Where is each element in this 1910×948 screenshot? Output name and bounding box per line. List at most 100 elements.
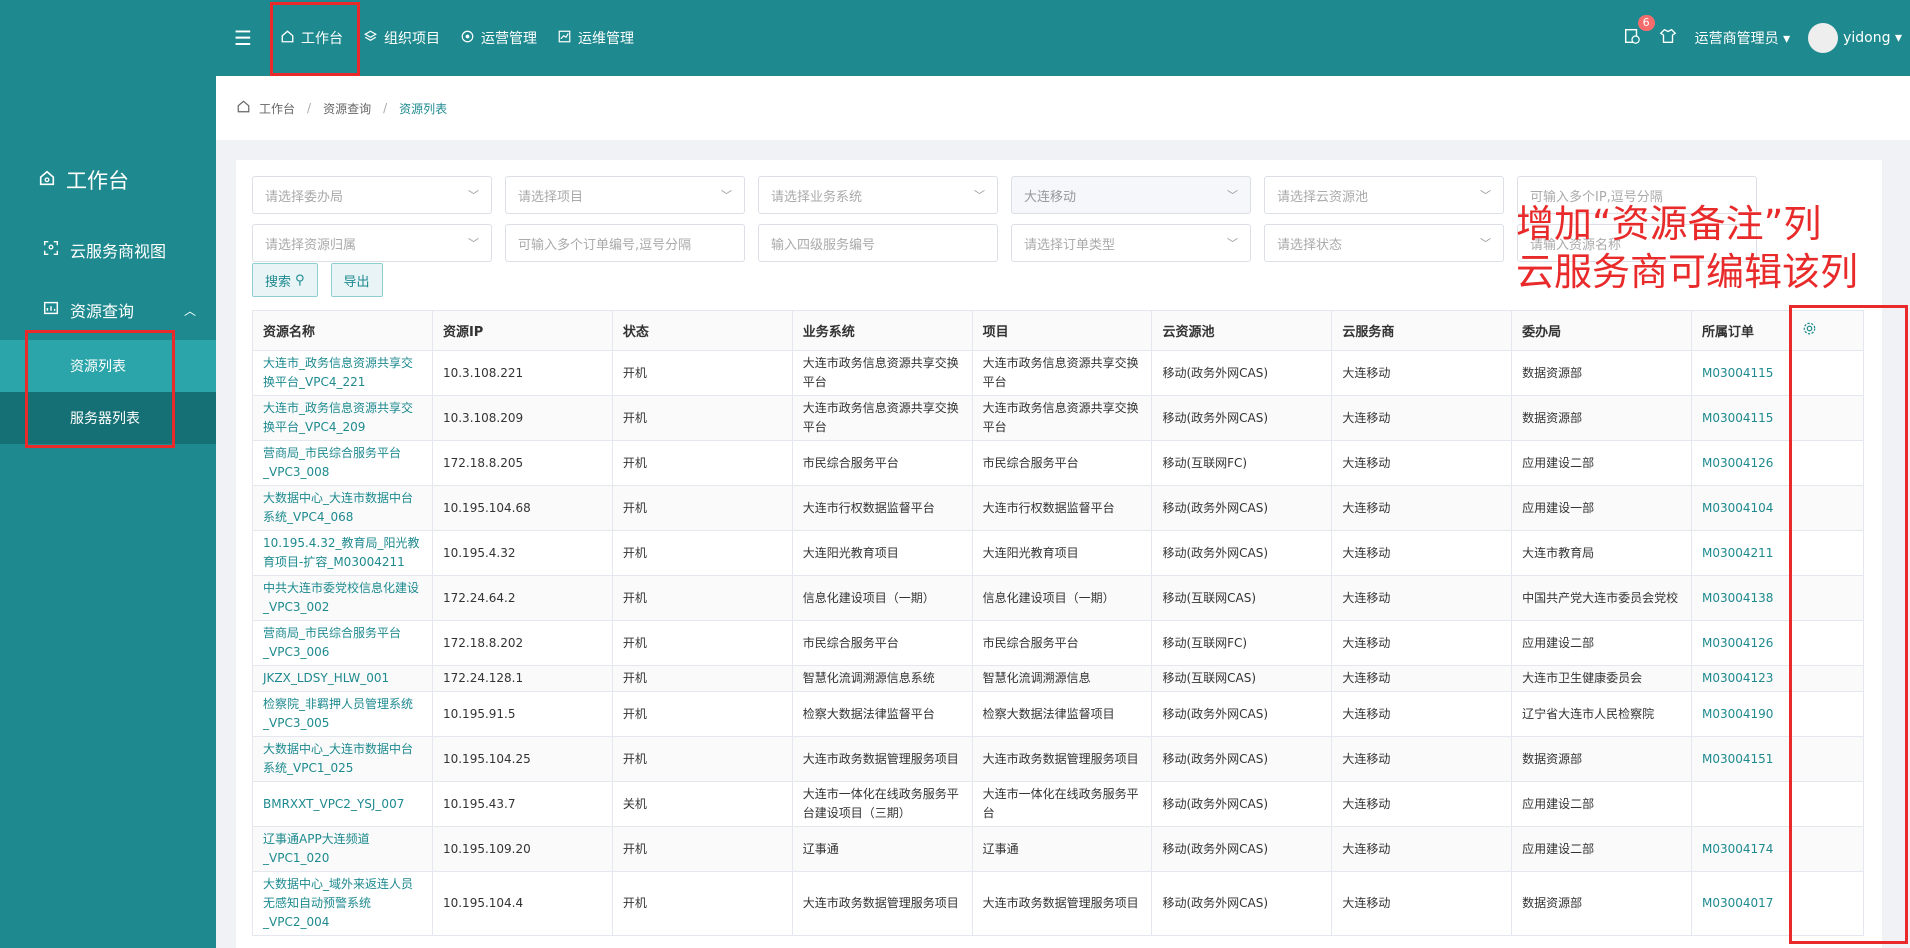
resource-remark-cell[interactable] [1790, 620, 1865, 666]
resource-remark-cell[interactable] [1790, 691, 1865, 737]
resource-name-link[interactable]: JKZX_LDSY_HLW_001 [252, 665, 433, 692]
department: 应用建设二部 [1511, 826, 1692, 872]
filter-cloud-pool-select[interactable]: 请选择云资源池 ﹀ [1264, 176, 1504, 214]
nav-org-projects[interactable]: 组织项目 [353, 0, 450, 76]
resource-name-link[interactable]: BMRXXT_VPC2_YSJ_007 [252, 781, 433, 827]
resource-name-link[interactable]: 10.195.4.32_教育局_阳光教育项目-扩容_M03004211 [252, 530, 433, 576]
order-link[interactable]: M03004115 [1691, 395, 1792, 441]
order-link[interactable]: M03004115 [1691, 350, 1792, 396]
order-link[interactable]: M03004138 [1691, 575, 1792, 621]
resource-remark-cell[interactable] [1790, 781, 1865, 827]
table-row: 10.195.4.32_教育局_阳光教育项目-扩容_M03004211 10.19… [252, 530, 1865, 576]
ops-icon [460, 29, 475, 48]
resource-name-link[interactable]: 大连市_政务信息资源共享交换平台_VPC4_221 [252, 350, 433, 396]
resource-name-link[interactable]: 营商局_市民综合服务平台_VPC3_008 [252, 440, 433, 486]
resource-name-link[interactable]: 大数据中心_大连市数据中台系统_VPC4_068 [252, 485, 433, 531]
home-icon[interactable] [236, 99, 251, 117]
role-dropdown[interactable]: 运营商管理员 ▾ [1695, 28, 1790, 48]
column-header[interactable]: 状态 [611, 310, 793, 351]
filter-status-select[interactable]: 请选择状态 ﹀ [1264, 224, 1504, 262]
order-link[interactable]: M03004123 [1691, 665, 1792, 692]
order-link[interactable]: M03004211 [1691, 530, 1792, 576]
sidebar: 工作台 云服务商视图 资源查询 ︿ 资源列表 服务器列表 [0, 0, 216, 948]
table-row: 营商局_市民综合服务平台_VPC3_006 172.18.8.202 开机 市民综合服… [252, 620, 1865, 666]
filter-placeholder: 输入四级服务编号 [771, 237, 876, 253]
filter-dept-select[interactable]: 请选择委办局 ﹀ [252, 176, 492, 214]
resource-remark-cell[interactable] [1790, 395, 1865, 441]
project: 大连市政务数据管理服务项目 [971, 871, 1153, 936]
business-system: 大连市政务数据管理服务项目 [791, 871, 973, 936]
sidebar-item-vendor-view[interactable]: 云服务商视图 [0, 220, 216, 280]
sidebar-item-label: 资源查询 [70, 302, 135, 321]
filter-project-select[interactable]: 请选择项目 ﹀ [505, 176, 745, 214]
resource-remark-cell[interactable] [1790, 530, 1865, 576]
topbar-right: 6 运营商管理员 ▾ yidong ▾ [1623, 15, 1910, 53]
column-header[interactable]: 云资源池 [1151, 310, 1333, 351]
cloud-vendor: 大连移动 [1331, 736, 1513, 782]
top-navbar: ☰ 工作台 组织项目 运营管理 运维管理 6 运营商管理员 ▾ yidong ▾ [216, 0, 1910, 76]
filter-ownership-select[interactable]: 请选择资源归属 ﹀ [252, 224, 492, 262]
resource-remark-cell[interactable] [1790, 575, 1865, 621]
search-button[interactable]: 搜索 ⚲ [252, 263, 318, 297]
hamburger-menu-icon[interactable]: ☰ [216, 0, 270, 76]
nav-operations[interactable]: 运营管理 [450, 0, 547, 76]
column-header[interactable]: 业务系统 [791, 310, 973, 351]
resource-remark-cell[interactable] [1790, 736, 1865, 782]
filter-order-type-select[interactable]: 请选择订单类型 ﹀ [1011, 224, 1251, 262]
shirt-icon[interactable] [1659, 27, 1677, 49]
nav-maintenance[interactable]: 运维管理 [547, 0, 644, 76]
column-header[interactable]: 资源IP [431, 310, 613, 351]
column-header[interactable]: 资源名称 [252, 310, 433, 351]
chevron-up-icon: ︿ [183, 303, 196, 318]
order-link[interactable]: M03004190 [1691, 691, 1792, 737]
order-link[interactable]: M03004017 [1691, 871, 1792, 936]
order-link[interactable]: M03004174 [1691, 826, 1792, 872]
department: 数据资源部 [1511, 871, 1692, 936]
sidebar-item-resource-query[interactable]: 资源查询 ︿ [0, 280, 216, 340]
department: 应用建设一部 [1511, 485, 1692, 531]
nav-workbench[interactable]: 工作台 [270, 0, 353, 76]
resource-name-link[interactable]: 辽事通APP大连频道_VPC1_020 [252, 826, 433, 872]
filter-business-system-select[interactable]: 请选择业务系统 ﹀ [758, 176, 998, 214]
order-link[interactable]: M03004104 [1691, 485, 1792, 531]
breadcrumb-item[interactable]: 工作台 [259, 100, 295, 117]
filter-service-code-input[interactable]: 输入四级服务编号 [758, 224, 998, 262]
resource-name-link[interactable]: 大数据中心_大连市数据中台系统_VPC1_025 [252, 736, 433, 782]
sidebar-subitem-server-list[interactable]: 服务器列表 [0, 392, 216, 444]
column-header[interactable]: 委办局 [1511, 310, 1692, 351]
breadcrumb: 工作台 / 资源查询 / 资源列表 [216, 76, 1910, 140]
resource-name-link[interactable]: 营商局_市民综合服务平台_VPC3_006 [252, 620, 433, 666]
resource-ip: 172.24.64.2 [431, 575, 613, 621]
order-link[interactable]: M03004151 [1691, 736, 1792, 782]
filter-placeholder: 请选择项目 [518, 189, 584, 205]
sidebar-subitem-resource-list[interactable]: 资源列表 [0, 340, 216, 392]
resource-name-link[interactable]: 大数据中心_域外来返连人员无感知自动预警系统_VPC2_004 [252, 871, 433, 936]
sidebar-title[interactable]: 工作台 [0, 140, 216, 220]
resource-remark-cell[interactable] [1790, 826, 1865, 872]
resource-name-link[interactable]: 大连市_政务信息资源共享交换平台_VPC4_209 [252, 395, 433, 441]
breadcrumb-item[interactable]: 资源查询 [323, 100, 371, 117]
resource-name-link[interactable]: 中共大连市委党校信息化建设_VPC3_002 [252, 575, 433, 621]
resource-remark-cell[interactable] [1790, 871, 1865, 936]
table-row: 中共大连市委党校信息化建设_VPC3_002 172.24.64.2 开机 信息化建设… [252, 575, 1865, 621]
resource-remark-cell[interactable] [1790, 350, 1865, 396]
resource-remark-cell[interactable] [1790, 440, 1865, 486]
user-menu[interactable]: yidong ▾ [1808, 23, 1902, 53]
column-header[interactable]: 项目 [971, 310, 1153, 351]
order-link[interactable] [1691, 781, 1792, 827]
resource-name-link[interactable]: 检察院_非羁押人员管理系统_VPC3_005 [252, 691, 433, 737]
column-settings-button[interactable] [1790, 310, 1865, 351]
resource-remark-cell[interactable] [1790, 665, 1865, 692]
chevron-down-icon: ﹀ [1480, 189, 1491, 202]
resource-remark-cell[interactable] [1790, 485, 1865, 531]
order-link[interactable]: M03004126 [1691, 440, 1792, 486]
column-header[interactable]: 云服务商 [1331, 310, 1513, 351]
export-button[interactable]: 导出 [330, 263, 383, 297]
order-link[interactable]: M03004126 [1691, 620, 1792, 666]
department: 应用建设二部 [1511, 440, 1692, 486]
notification-button[interactable]: 6 [1623, 15, 1655, 49]
column-header[interactable]: 所属订单 [1691, 310, 1792, 351]
filter-order-input[interactable]: 可输入多个订单编号,逗号分隔 [505, 224, 745, 262]
resource-status: 关机 [611, 781, 793, 827]
resource-status: 开机 [611, 871, 793, 936]
